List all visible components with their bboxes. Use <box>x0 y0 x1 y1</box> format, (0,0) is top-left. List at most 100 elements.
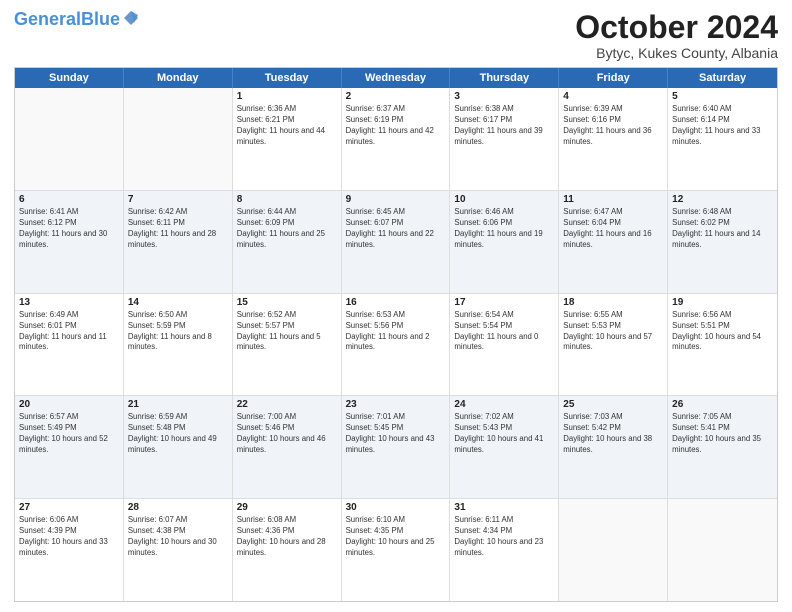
day-info: Sunrise: 6:56 AMSunset: 5:51 PMDaylight:… <box>672 310 773 354</box>
day-number: 20 <box>19 399 119 410</box>
day-cell-3: 3 Sunrise: 6:38 AMSunset: 6:17 PMDaylight… <box>450 88 559 190</box>
day-number: 11 <box>563 194 663 205</box>
page: GeneralBlue October 2024 Bytyc, Kukes Co… <box>0 0 792 612</box>
day-number: 16 <box>346 297 446 308</box>
header: GeneralBlue October 2024 Bytyc, Kukes Co… <box>14 10 778 61</box>
day-cell-19: 19 Sunrise: 6:56 AMSunset: 5:51 PMDayligh… <box>668 294 777 396</box>
day-number: 29 <box>237 502 337 513</box>
logo-general: General <box>14 9 81 29</box>
day-cell-24: 24 Sunrise: 7:02 AMSunset: 5:43 PMDayligh… <box>450 396 559 498</box>
day-number: 28 <box>128 502 228 513</box>
day-info: Sunrise: 6:41 AMSunset: 6:12 PMDaylight:… <box>19 207 119 251</box>
day-info: Sunrise: 6:47 AMSunset: 6:04 PMDaylight:… <box>563 207 663 251</box>
day-cell-22: 22 Sunrise: 7:00 AMSunset: 5:46 PMDayligh… <box>233 396 342 498</box>
day-info: Sunrise: 6:42 AMSunset: 6:11 PMDaylight:… <box>128 207 228 251</box>
logo-blue: Blue <box>81 9 120 29</box>
location-title: Bytyc, Kukes County, Albania <box>575 45 778 61</box>
day-info: Sunrise: 6:49 AMSunset: 6:01 PMDaylight:… <box>19 310 119 354</box>
day-info: Sunrise: 6:57 AMSunset: 5:49 PMDaylight:… <box>19 412 119 456</box>
calendar-week-3: 13Sunrise: 6:49 AMSunset: 6:01 PMDayligh… <box>15 294 777 397</box>
calendar-week-2: 6 Sunrise: 6:41 AMSunset: 6:12 PMDaylight… <box>15 191 777 294</box>
logo-icon <box>122 9 140 27</box>
day-info: Sunrise: 6:45 AMSunset: 6:07 PMDaylight:… <box>346 207 446 251</box>
day-cell-30: 30Sunrise: 6:10 AMSunset: 4:35 PMDayligh… <box>342 499 451 601</box>
day-cell-9: 9Sunrise: 6:45 AMSunset: 6:07 PMDaylight… <box>342 191 451 293</box>
day-cell-1: 1Sunrise: 6:36 AMSunset: 6:21 PMDaylight… <box>233 88 342 190</box>
day-info: Sunrise: 6:39 AMSunset: 6:16 PMDaylight:… <box>563 104 663 148</box>
day-number: 15 <box>237 297 337 308</box>
day-info: Sunrise: 6:37 AMSunset: 6:19 PMDaylight:… <box>346 104 446 148</box>
day-header-monday: Monday <box>124 68 233 88</box>
day-number: 24 <box>454 399 554 410</box>
day-number: 31 <box>454 502 554 513</box>
day-info: Sunrise: 7:02 AMSunset: 5:43 PMDaylight:… <box>454 412 554 456</box>
day-cell-31: 31 Sunrise: 6:11 AMSunset: 4:34 PMDayligh… <box>450 499 559 601</box>
day-cell-16: 16 Sunrise: 6:53 AMSunset: 5:56 PMDayligh… <box>342 294 451 396</box>
day-cell-10: 10Sunrise: 6:46 AMSunset: 6:06 PMDayligh… <box>450 191 559 293</box>
day-cell-11: 11 Sunrise: 6:47 AMSunset: 6:04 PMDayligh… <box>559 191 668 293</box>
day-number: 17 <box>454 297 554 308</box>
day-cell-18: 18 Sunrise: 6:55 AMSunset: 5:53 PMDayligh… <box>559 294 668 396</box>
day-number: 27 <box>19 502 119 513</box>
day-number: 4 <box>563 91 663 102</box>
day-number: 8 <box>237 194 337 205</box>
empty-cell <box>15 88 124 190</box>
calendar-week-4: 20 Sunrise: 6:57 AMSunset: 5:49 PMDayligh… <box>15 396 777 499</box>
day-info: Sunrise: 6:07 AMSunset: 4:38 PMDaylight:… <box>128 515 228 559</box>
calendar-body: 1Sunrise: 6:36 AMSunset: 6:21 PMDaylight… <box>15 88 777 601</box>
day-cell-12: 12Sunrise: 6:48 AMSunset: 6:02 PMDayligh… <box>668 191 777 293</box>
day-header-sunday: Sunday <box>15 68 124 88</box>
day-number: 7 <box>128 194 228 205</box>
day-info: Sunrise: 6:50 AMSunset: 5:59 PMDaylight:… <box>128 310 228 354</box>
empty-cell <box>668 499 777 601</box>
day-info: Sunrise: 7:05 AMSunset: 5:41 PMDaylight:… <box>672 412 773 456</box>
day-number: 25 <box>563 399 663 410</box>
day-cell-13: 13Sunrise: 6:49 AMSunset: 6:01 PMDayligh… <box>15 294 124 396</box>
day-number: 10 <box>454 194 554 205</box>
day-info: Sunrise: 7:00 AMSunset: 5:46 PMDaylight:… <box>237 412 337 456</box>
empty-cell <box>559 499 668 601</box>
calendar-header-row: SundayMondayTuesdayWednesdayThursdayFrid… <box>15 68 777 88</box>
day-header-tuesday: Tuesday <box>233 68 342 88</box>
day-info: Sunrise: 6:36 AMSunset: 6:21 PMDaylight:… <box>237 104 337 148</box>
day-info: Sunrise: 6:06 AMSunset: 4:39 PMDaylight:… <box>19 515 119 559</box>
day-cell-20: 20 Sunrise: 6:57 AMSunset: 5:49 PMDayligh… <box>15 396 124 498</box>
day-cell-8: 8 Sunrise: 6:44 AMSunset: 6:09 PMDaylight… <box>233 191 342 293</box>
calendar: SundayMondayTuesdayWednesdayThursdayFrid… <box>14 67 778 602</box>
day-number: 21 <box>128 399 228 410</box>
day-number: 22 <box>237 399 337 410</box>
day-number: 6 <box>19 194 119 205</box>
day-info: Sunrise: 6:08 AMSunset: 4:36 PMDaylight:… <box>237 515 337 559</box>
day-cell-27: 27 Sunrise: 6:06 AMSunset: 4:39 PMDayligh… <box>15 499 124 601</box>
day-number: 26 <box>672 399 773 410</box>
calendar-week-5: 27 Sunrise: 6:06 AMSunset: 4:39 PMDayligh… <box>15 499 777 601</box>
day-cell-25: 25 Sunrise: 7:03 AMSunset: 5:42 PMDayligh… <box>559 396 668 498</box>
day-info: Sunrise: 6:44 AMSunset: 6:09 PMDaylight:… <box>237 207 337 251</box>
day-cell-15: 15 Sunrise: 6:52 AMSunset: 5:57 PMDayligh… <box>233 294 342 396</box>
day-number: 12 <box>672 194 773 205</box>
day-cell-5: 5Sunrise: 6:40 AMSunset: 6:14 PMDaylight… <box>668 88 777 190</box>
day-info: Sunrise: 6:55 AMSunset: 5:53 PMDaylight:… <box>563 310 663 354</box>
day-info: Sunrise: 7:03 AMSunset: 5:42 PMDaylight:… <box>563 412 663 456</box>
day-number: 18 <box>563 297 663 308</box>
day-cell-28: 28 Sunrise: 6:07 AMSunset: 4:38 PMDayligh… <box>124 499 233 601</box>
empty-cell <box>124 88 233 190</box>
day-header-thursday: Thursday <box>450 68 559 88</box>
day-number: 3 <box>454 91 554 102</box>
day-info: Sunrise: 6:11 AMSunset: 4:34 PMDaylight:… <box>454 515 554 559</box>
day-number: 19 <box>672 297 773 308</box>
day-info: Sunrise: 6:54 AMSunset: 5:54 PMDaylight:… <box>454 310 554 354</box>
day-header-wednesday: Wednesday <box>342 68 451 88</box>
day-info: Sunrise: 6:59 AMSunset: 5:48 PMDaylight:… <box>128 412 228 456</box>
day-cell-2: 2Sunrise: 6:37 AMSunset: 6:19 PMDaylight… <box>342 88 451 190</box>
day-info: Sunrise: 6:53 AMSunset: 5:56 PMDaylight:… <box>346 310 446 354</box>
logo-text: GeneralBlue <box>14 10 120 28</box>
month-title: October 2024 <box>575 10 778 45</box>
day-info: Sunrise: 6:10 AMSunset: 4:35 PMDaylight:… <box>346 515 446 559</box>
day-info: Sunrise: 6:38 AMSunset: 6:17 PMDaylight:… <box>454 104 554 148</box>
day-cell-6: 6 Sunrise: 6:41 AMSunset: 6:12 PMDaylight… <box>15 191 124 293</box>
day-info: Sunrise: 6:52 AMSunset: 5:57 PMDaylight:… <box>237 310 337 354</box>
day-cell-23: 23Sunrise: 7:01 AMSunset: 5:45 PMDayligh… <box>342 396 451 498</box>
day-cell-21: 21 Sunrise: 6:59 AMSunset: 5:48 PMDayligh… <box>124 396 233 498</box>
calendar-week-1: 1Sunrise: 6:36 AMSunset: 6:21 PMDaylight… <box>15 88 777 191</box>
